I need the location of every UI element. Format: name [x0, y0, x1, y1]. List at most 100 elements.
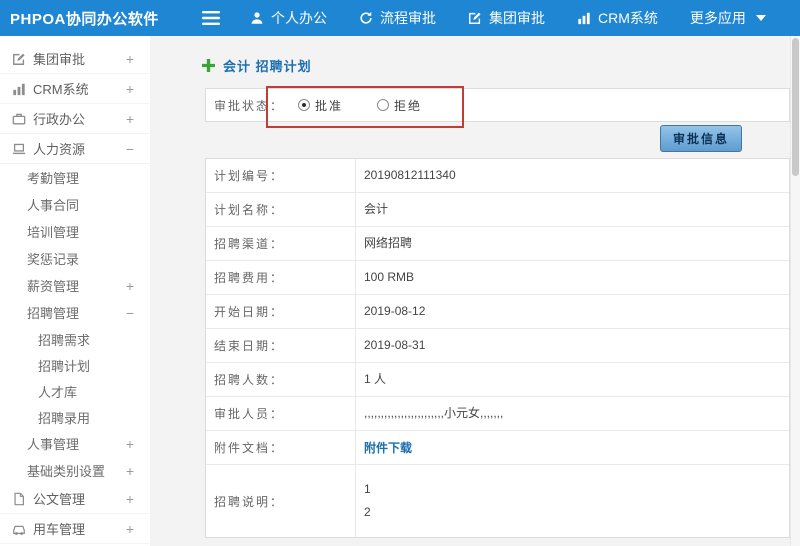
row-value-text: ,,,,,,,,,,,,,,,,,,,,,,,,小元女,,,,,,,: [364, 406, 504, 421]
person-icon: [250, 11, 264, 25]
scrollbar-thumb[interactable]: [792, 38, 799, 176]
sidebar-item-reward-punish-records[interactable]: 奖惩记录: [0, 245, 150, 272]
approval-info-button[interactable]: 审批信息: [659, 124, 742, 152]
expand-toggle-icon[interactable]: −: [126, 306, 134, 320]
sidebar-item-recruit-plan[interactable]: 招聘计划: [0, 352, 150, 378]
document-icon: [12, 492, 26, 506]
row-label: 开始日期：: [206, 295, 356, 328]
row-value: 2019-08-12: [356, 295, 789, 328]
expand-toggle-icon[interactable]: +: [126, 437, 134, 451]
sidebar-item-label: 薪资管理: [27, 279, 80, 294]
table-row-recruit-channel: 招聘渠道： 网络招聘: [206, 227, 789, 261]
sidebar-item-label: 人事合同: [27, 198, 80, 213]
vertical-scrollbar[interactable]: [790, 36, 800, 546]
row-value-text: 2019-08-31: [364, 338, 426, 353]
radio-label: 批准: [315, 98, 344, 113]
row-value-text: 1 人: [364, 372, 387, 387]
sidebar-item-group-approval[interactable]: 集团审批 +: [0, 44, 150, 74]
row-value-text: 网络招聘: [364, 236, 413, 251]
sidebar-item-label: 奖惩记录: [27, 252, 80, 267]
sidebar-item-training-mgmt[interactable]: 培训管理: [0, 218, 150, 245]
sidebar-item-admin-office[interactable]: 行政办公 +: [0, 104, 150, 134]
sidebar-item-label: 招聘需求: [38, 332, 91, 348]
row-value: 附件下载: [356, 431, 789, 464]
row-value-text: 会计: [364, 202, 389, 217]
sidebar: 集团审批 + CRM系统 + 行政办公 + 人力资源 − 考勤管理 人事合同 培训管理 奖惩记录 薪资管…: [0, 36, 150, 546]
row-label: 审批人员：: [206, 397, 356, 430]
table-row-recruit-description: 招聘说明： 1 2: [206, 465, 789, 537]
expand-toggle-icon[interactable]: +: [126, 464, 134, 478]
sidebar-item-personnel-mgmt[interactable]: 人事管理 +: [0, 430, 150, 457]
row-label: 计划名称：: [206, 193, 356, 226]
attachment-download-link[interactable]: 附件下载: [364, 439, 412, 456]
bar-chart-icon: [577, 11, 591, 25]
expand-toggle-icon[interactable]: +: [126, 522, 134, 536]
topnav-item-label: 集团审批: [489, 10, 545, 26]
row-label: 招聘渠道：: [206, 227, 356, 260]
sidebar-item-label: 招聘录用: [38, 410, 91, 426]
radio-approve-circle-icon[interactable]: [298, 99, 311, 111]
topbar: PHPOA协同办公软件 个人办公 流程审批 集团审批 CRM系统 更多应用: [0, 0, 800, 36]
table-row-recruit-cost: 招聘费用： 100 RMB: [206, 261, 789, 295]
row-value: 网络招聘: [356, 227, 789, 260]
sidebar-item-crm-system[interactable]: CRM系统 +: [0, 74, 150, 104]
table-row-end-date: 结束日期： 2019-08-31: [206, 329, 789, 363]
row-label: 招聘费用：: [206, 261, 356, 294]
topnav-item-crm-system[interactable]: CRM系统: [561, 0, 674, 36]
row-value-text: 20190812111340: [364, 168, 456, 183]
row-label: 招聘人数：: [206, 363, 356, 396]
row-value: 1 2: [356, 465, 789, 537]
sidebar-item-recruit-demand[interactable]: 招聘需求: [0, 326, 150, 352]
expand-toggle-icon[interactable]: −: [126, 142, 134, 156]
page-header: 会计 招聘计划: [202, 56, 790, 74]
row-value: 1 人: [356, 363, 789, 396]
topnav-item-personal-office[interactable]: 个人办公: [234, 0, 343, 36]
approval-status-row: 审批状态： 批准 拒绝: [205, 88, 790, 122]
sidebar-item-document-mgmt[interactable]: 公文管理 +: [0, 484, 150, 514]
topnav-item-label: 流程审批: [380, 10, 436, 26]
sidebar-item-attendance-mgmt[interactable]: 考勤管理: [0, 164, 150, 191]
expand-toggle-icon[interactable]: +: [126, 492, 134, 506]
table-row-plan-number: 计划编号： 20190812111340: [206, 159, 789, 193]
sidebar-item-recruit-mgmt[interactable]: 招聘管理 −: [0, 299, 150, 326]
sidebar-item-vehicle-mgmt[interactable]: 用车管理 +: [0, 514, 150, 544]
expand-toggle-icon[interactable]: +: [126, 112, 134, 126]
row-value-text: 100 RMB: [364, 270, 415, 285]
row-value-text: 1 2: [364, 482, 371, 519]
sidebar-item-label: CRM系统: [33, 82, 89, 97]
sidebar-item-salary-mgmt[interactable]: 薪资管理 +: [0, 272, 150, 299]
sidebar-item-talent-pool[interactable]: 人才库: [0, 378, 150, 404]
button-bar: 审批信息: [205, 122, 790, 154]
laptop-icon: [12, 142, 26, 156]
row-value: 100 RMB: [356, 261, 789, 294]
main-content: 会计 招聘计划 审批状态： 批准 拒绝 审批信息 计划编号： 20190812111…: [150, 36, 790, 546]
edit-square-icon: [12, 52, 26, 66]
sidebar-item-label: 基础类别设置: [27, 464, 106, 479]
radio-label: 拒绝: [394, 98, 423, 113]
row-label: 招聘说明：: [206, 465, 356, 537]
edit-square-icon: [468, 11, 482, 25]
row-value: ,,,,,,,,,,,,,,,,,,,,,,,,小元女,,,,,,,: [356, 397, 789, 430]
bar-chart-icon: [12, 82, 26, 96]
topnav-item-workflow-approval[interactable]: 流程审批: [343, 0, 452, 36]
topnav-item-group-approval[interactable]: 集团审批: [452, 0, 561, 36]
sidebar-item-recruit-hire[interactable]: 招聘录用: [0, 404, 150, 430]
add-plus-icon[interactable]: [202, 58, 215, 72]
sidebar-item-personnel-contract[interactable]: 人事合同: [0, 191, 150, 218]
sidebar-item-label: 招聘计划: [38, 358, 91, 374]
sidebar-item-human-resources[interactable]: 人力资源 −: [0, 134, 150, 164]
hamburger-menu-icon[interactable]: [192, 11, 230, 25]
radio-reject[interactable]: 拒绝: [377, 97, 422, 114]
sidebar-item-base-category-settings[interactable]: 基础类别设置 +: [0, 457, 150, 484]
car-icon: [12, 522, 26, 536]
expand-toggle-icon[interactable]: +: [126, 52, 134, 66]
radio-approve[interactable]: 批准: [298, 97, 343, 114]
plan-detail-table: 计划编号： 20190812111340 计划名称： 会计 招聘渠道： 网络招聘 招聘费用：…: [205, 158, 790, 538]
topnav-item-more-apps[interactable]: 更多应用: [674, 0, 782, 36]
expand-toggle-icon[interactable]: +: [126, 82, 134, 96]
radio-reject-circle-icon[interactable]: [377, 99, 390, 111]
row-value: 会计: [356, 193, 789, 226]
expand-toggle-icon[interactable]: +: [126, 279, 134, 293]
approval-status-label: 审批状态：: [214, 98, 285, 113]
table-row-approvers: 审批人员： ,,,,,,,,,,,,,,,,,,,,,,,,小元女,,,,,,,: [206, 397, 789, 431]
